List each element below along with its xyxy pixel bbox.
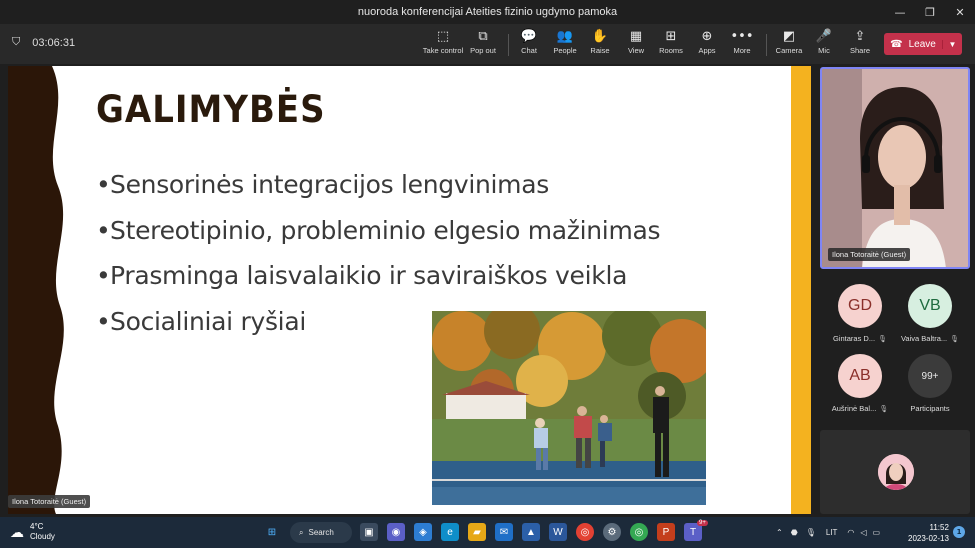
self-view-tile[interactable] xyxy=(820,430,970,514)
maximize-icon[interactable]: ❐ xyxy=(915,0,945,24)
pop-out-icon: ⧉ xyxy=(478,29,488,44)
search-icon: ⌕ xyxy=(299,527,304,537)
slide-heading: GALIMYBĖS xyxy=(96,88,326,132)
teams-meeting-window: nuoroda konferencijai Ateities fizinio u… xyxy=(0,0,975,548)
battery-icon[interactable]: ▭ xyxy=(873,528,881,537)
tray-app-icon[interactable]: ⬣ xyxy=(791,528,798,537)
leave-button[interactable]: ☎ Leave ▼ xyxy=(884,33,962,55)
chevron-down-icon[interactable]: ▼ xyxy=(942,39,962,49)
teams-chat-icon[interactable]: ◉ xyxy=(387,523,405,541)
settings-icon[interactable]: ⚙ xyxy=(603,523,621,541)
leave-main[interactable]: ☎ Leave xyxy=(884,39,942,50)
window-controls: — ❐ ✕ xyxy=(885,0,975,24)
close-icon[interactable]: ✕ xyxy=(945,0,975,24)
view-icon: ▦ xyxy=(629,29,643,44)
mic-muted-icon: 🎙 xyxy=(879,405,889,413)
more-icon: ••• xyxy=(730,29,754,44)
main-video-tile[interactable]: Ilona Totoraitė (Guest) xyxy=(820,67,970,269)
chrome-profile-icon[interactable]: ◎ xyxy=(630,523,648,541)
windows-taskbar: ☁ 4°C Cloudy ⊞ ⌕ Search ▣ ◉ ◈ e ▰ ✉ ▲ W … xyxy=(0,517,975,548)
taskbar-search[interactable]: ⌕ Search xyxy=(290,522,352,543)
participant-name: Vaiva Baltra... 🎙 xyxy=(900,334,960,343)
mic-off-icon: 🎤 xyxy=(815,29,833,44)
shield-icon: ⛉ xyxy=(12,36,21,48)
slide-bullet: •Stereotipinio, probleminio elgesio maži… xyxy=(96,215,661,245)
title-bar: nuoroda konferencijai Ateities fizinio u… xyxy=(0,0,975,24)
notification-badge[interactable]: 1 xyxy=(953,526,965,538)
mail-icon[interactable]: ✉ xyxy=(495,523,513,541)
teams-badge: 9+ xyxy=(697,520,708,526)
chevron-up-icon[interactable]: ⌃ xyxy=(776,528,783,537)
participant-tile[interactable]: GD Gintaras D... 🎙 xyxy=(827,284,893,350)
participants-panel: Ilona Totoraitė (Guest) GD Gintaras D...… xyxy=(818,66,973,515)
participant-video xyxy=(822,69,968,267)
word-icon[interactable]: W xyxy=(549,523,567,541)
chat-icon: 💬 xyxy=(520,29,538,44)
apps-icon: ⊕ xyxy=(701,29,713,44)
cloud-icon: ☁ xyxy=(10,523,24,540)
window-title: nuoroda konferencijai Ateities fizinio u… xyxy=(357,6,618,18)
weather-widget[interactable]: ☁ 4°C Cloudy xyxy=(10,522,55,542)
language-indicator[interactable]: LIT xyxy=(826,528,838,537)
video-name-tag: Ilona Totoraitė (Guest) xyxy=(828,248,911,261)
photos-icon[interactable]: ▲ xyxy=(522,523,540,541)
wifi-icon[interactable]: ◠ xyxy=(847,528,854,537)
share-icon: ⇪ xyxy=(854,29,866,44)
participant-name: Aušrinė Bal... 🎙 xyxy=(831,404,889,413)
avatar: VB xyxy=(908,284,952,328)
taskbar-clock[interactable]: 11:52 2023-02-13 xyxy=(908,522,949,544)
raise-hand-icon: ✋ xyxy=(591,29,609,44)
more-button[interactable]: ••• More xyxy=(720,28,764,60)
chrome-icon[interactable]: ◎ xyxy=(576,523,594,541)
volume-icon[interactable]: ◁ xyxy=(860,528,866,537)
system-tray: ⌃ ⬣ 🎙 LIT ◠ ◁ ▭ xyxy=(776,517,880,548)
share-button[interactable]: ⇪ Share xyxy=(838,28,882,60)
windows-start-icon[interactable]: ⊞ xyxy=(263,523,281,541)
self-avatar xyxy=(878,454,914,490)
pop-out-button[interactable]: ⧉ Pop out xyxy=(461,28,505,60)
camera-off-icon: ◩ xyxy=(782,29,796,44)
mic-muted-icon: 🎙 xyxy=(950,335,960,343)
presenter-name-tag: Ilona Totoraitė (Guest) xyxy=(8,495,91,508)
powerpoint-icon[interactable]: P xyxy=(657,523,675,541)
slide-bullet: •Prasminga laisvalaikio ir saviraiškos v… xyxy=(96,261,628,290)
take-control-icon: ⬚ xyxy=(436,29,450,44)
participant-name: Gintaras D... 🎙 xyxy=(833,334,887,343)
meeting-timer: ⛉ 03:06:31 xyxy=(12,36,75,49)
participants-overflow-tile[interactable]: 99+ Participants xyxy=(897,354,963,420)
shared-screen: GALIMYBĖS •Sensorinės integracijos lengv… xyxy=(8,66,811,514)
slide-bullet: •Sensorinės integracijos lengvinimas xyxy=(96,170,549,199)
rooms-icon: ⊞ xyxy=(665,29,677,44)
take-control-button[interactable]: ⬚ Take control xyxy=(421,28,465,60)
overflow-count: 99+ xyxy=(908,354,952,398)
mic-muted-icon: 🎙 xyxy=(878,335,887,343)
participant-tile[interactable]: VB Vaiva Baltra... 🎙 xyxy=(897,284,963,350)
mic-muted-tray-icon[interactable]: 🎙 xyxy=(806,528,816,537)
minimize-icon[interactable]: — xyxy=(885,0,915,24)
file-explorer-icon[interactable]: ▰ xyxy=(468,523,486,541)
edge-browser-icon[interactable]: e xyxy=(441,523,459,541)
avatar: GD xyxy=(838,284,882,328)
task-view-icon[interactable]: ▣ xyxy=(360,523,378,541)
leave-label: Leave xyxy=(908,38,936,50)
slide-photo xyxy=(432,311,706,505)
avatar: AB xyxy=(838,354,882,398)
people-icon: 👥 xyxy=(556,29,574,44)
store-icon[interactable]: ◈ xyxy=(414,523,432,541)
participant-tile[interactable]: AB Aušrinė Bal... 🎙 xyxy=(827,354,893,420)
slide-accent-bar xyxy=(788,66,811,514)
slide-wave-decoration xyxy=(8,66,64,514)
meeting-toolbar: ⛉ 03:06:31 ⬚ Take control ⧉ Pop out 💬 Ch… xyxy=(0,24,975,64)
timer-text: 03:06:31 xyxy=(32,36,76,49)
participant-name: Participants xyxy=(910,404,950,413)
phone-hangup-icon: ☎ xyxy=(890,38,903,50)
